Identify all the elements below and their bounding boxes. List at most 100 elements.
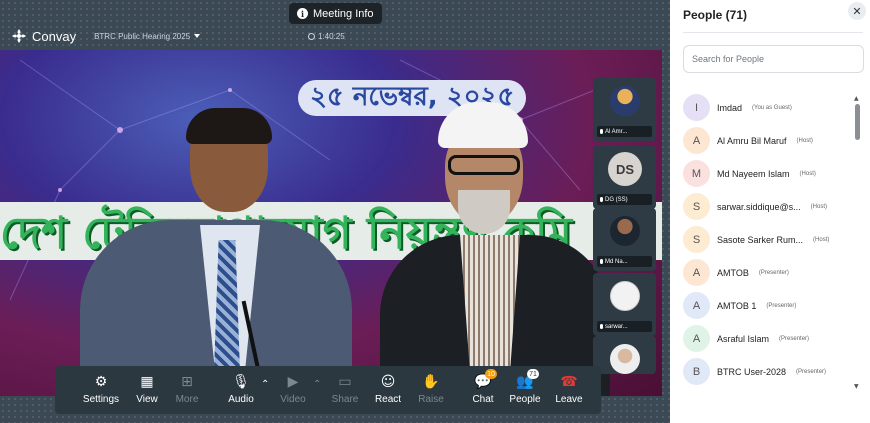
chat-button[interactable]: 💬 10 Chat [463, 366, 503, 414]
brand: Convay [12, 29, 76, 44]
person-role: (Host) [799, 170, 816, 177]
mic-icon [600, 259, 603, 264]
avatar: A [683, 127, 710, 154]
close-icon: ✕ [852, 4, 862, 18]
react-button[interactable]: ☺ React [368, 366, 408, 414]
avatar: A [683, 292, 710, 319]
person-name: AMTOB [717, 267, 749, 278]
leave-button[interactable]: ☎ Leave [549, 366, 589, 414]
list-item[interactable]: S Sasote Sarker Rum... (Host) [683, 223, 855, 256]
audio-button[interactable]: 🎙 Audio [221, 366, 261, 414]
smiley-icon: ☺ [380, 374, 396, 390]
list-item[interactable]: B BTRC User-2028 (Presenter) [683, 355, 855, 388]
people-button[interactable]: 👥 71 People [505, 366, 545, 414]
audio-label: Audio [228, 394, 254, 405]
gear-icon: ⚙ [94, 374, 108, 390]
meeting-info-button[interactable]: i Meeting Info [289, 3, 382, 24]
participant-tile[interactable]: DS DG (SS) [593, 146, 656, 209]
info-icon: i [297, 8, 308, 19]
event-selector[interactable]: BTRC Public Hearing 2025 [94, 31, 201, 41]
avatar: I [683, 94, 710, 121]
share-button[interactable]: ▭ Share [325, 366, 365, 414]
share-label: Share [331, 394, 359, 405]
people-count-badge: 71 [527, 369, 539, 379]
event-name: BTRC Public Hearing 2025 [94, 31, 191, 41]
person-name: Asraful Islam [717, 333, 770, 344]
mic-icon [600, 197, 603, 202]
mic-icon [600, 129, 603, 134]
mic-muted-icon: 🎙 [232, 374, 250, 390]
video-options-chevron-icon[interactable]: ⌃ [313, 379, 325, 390]
avatar: B [683, 358, 710, 385]
scroll-down-icon[interactable]: ▼ [854, 383, 859, 390]
raise-hand-button[interactable]: ✋ Raise [411, 366, 451, 414]
tile-label: Md Na... [597, 256, 652, 267]
list-item[interactable]: A AMTOB 1 (Presenter) [683, 289, 855, 322]
react-label: React [374, 394, 402, 405]
participant-tile[interactable]: sarwar... [593, 273, 656, 336]
participant-tile[interactable] [593, 336, 656, 374]
hand-icon: ✋ [422, 374, 440, 390]
more-button[interactable]: ⊞ More [167, 366, 207, 414]
participant-tile[interactable]: Md Na... [593, 208, 656, 271]
chat-unread-badge: 10 [485, 369, 497, 379]
settings-button[interactable]: ⚙ Settings [81, 366, 121, 414]
clock-icon [308, 32, 315, 40]
settings-label: Settings [82, 394, 120, 405]
person-name: AMTOB 1 [717, 300, 757, 311]
meeting-control-bar: ⚙ Settings ▦ View ⊞ More 🎙 Audio ⌃ ▶ Vid… [55, 366, 601, 414]
avatar [610, 86, 640, 116]
avatar: A [683, 259, 710, 286]
share-screen-icon: ▭ [338, 374, 352, 390]
list-item[interactable]: A Al Amru Bil Maruf (Host) [683, 124, 855, 157]
person-role: (You as Guest) [752, 104, 792, 111]
avatar [610, 344, 640, 374]
search-people-input[interactable] [683, 45, 864, 73]
video-button[interactable]: ▶ Video [273, 366, 313, 414]
leave-label: Leave [555, 394, 583, 405]
person-name: Md Nayeem Islam [717, 168, 790, 179]
apps-icon: ⊞ [181, 374, 193, 390]
tile-label: sarwar... [597, 321, 652, 332]
camera-off-icon: ▶ [287, 374, 299, 390]
scroll-up-icon[interactable]: ▲ [854, 95, 859, 102]
meeting-timer: 1:40:25 [308, 24, 345, 48]
person-name: BTRC User-2028 [717, 366, 787, 377]
list-item[interactable]: I Imdad (You as Guest) [683, 91, 855, 124]
person-role: (Presenter) [796, 368, 827, 375]
main-video-feed: দেশ টেলিযোগাযোগ নিয়ন্ত্রণ কমি ২৫ নভেম্ব… [0, 50, 662, 396]
video-label: Video [280, 394, 306, 405]
person-name: Al Amru Bil Maruf [717, 135, 787, 146]
person-role: (Presenter) [779, 335, 810, 342]
people-panel-title: People (71) [683, 8, 748, 22]
mic-icon [600, 324, 603, 329]
person-role: (Host) [813, 236, 830, 243]
chat-label: Chat [472, 394, 494, 405]
participant-tiles: Al Amr... DS DG (SS) Md Na... sarwar... [593, 78, 657, 374]
list-item[interactable]: Ssarwar.siddique@s... (Host) [683, 190, 855, 223]
elapsed-time: 1:40:25 [318, 31, 345, 41]
people-label: People [509, 394, 541, 405]
audio-options-chevron-icon[interactable]: ⌃ [261, 379, 273, 390]
avatar [610, 281, 640, 311]
list-item[interactable]: A AMTOB (Presenter) [683, 256, 855, 289]
raise-label: Raise [418, 394, 444, 405]
person-role: (Host) [810, 203, 828, 210]
view-label: View [136, 394, 158, 405]
participant-tile[interactable]: Al Amr... [593, 78, 656, 141]
person-role: (Presenter) [766, 302, 797, 309]
people-list-scrollbar[interactable]: ▲ ▼ [854, 95, 860, 390]
convay-logo-icon [12, 29, 26, 43]
list-item[interactable]: A Asraful Islam (Presenter) [683, 322, 855, 355]
avatar-initials: DS [608, 152, 642, 186]
grid-icon: ▦ [140, 374, 154, 390]
list-item[interactable]: M Md Nayeem Islam (Host) [683, 157, 855, 190]
view-button[interactable]: ▦ View [127, 366, 167, 414]
close-panel-button[interactable]: ✕ [848, 2, 866, 20]
scrollbar-thumb[interactable] [855, 104, 860, 140]
meeting-area: i Meeting Info Convay BTRC Public Hearin… [0, 0, 670, 423]
hang-up-icon: ☎ [560, 374, 578, 390]
tile-label: Al Amr... [597, 126, 652, 137]
brand-name: Convay [32, 28, 77, 44]
people-list: I Imdad (You as Guest) A Al Amru Bil Maruf (H… [683, 91, 855, 391]
